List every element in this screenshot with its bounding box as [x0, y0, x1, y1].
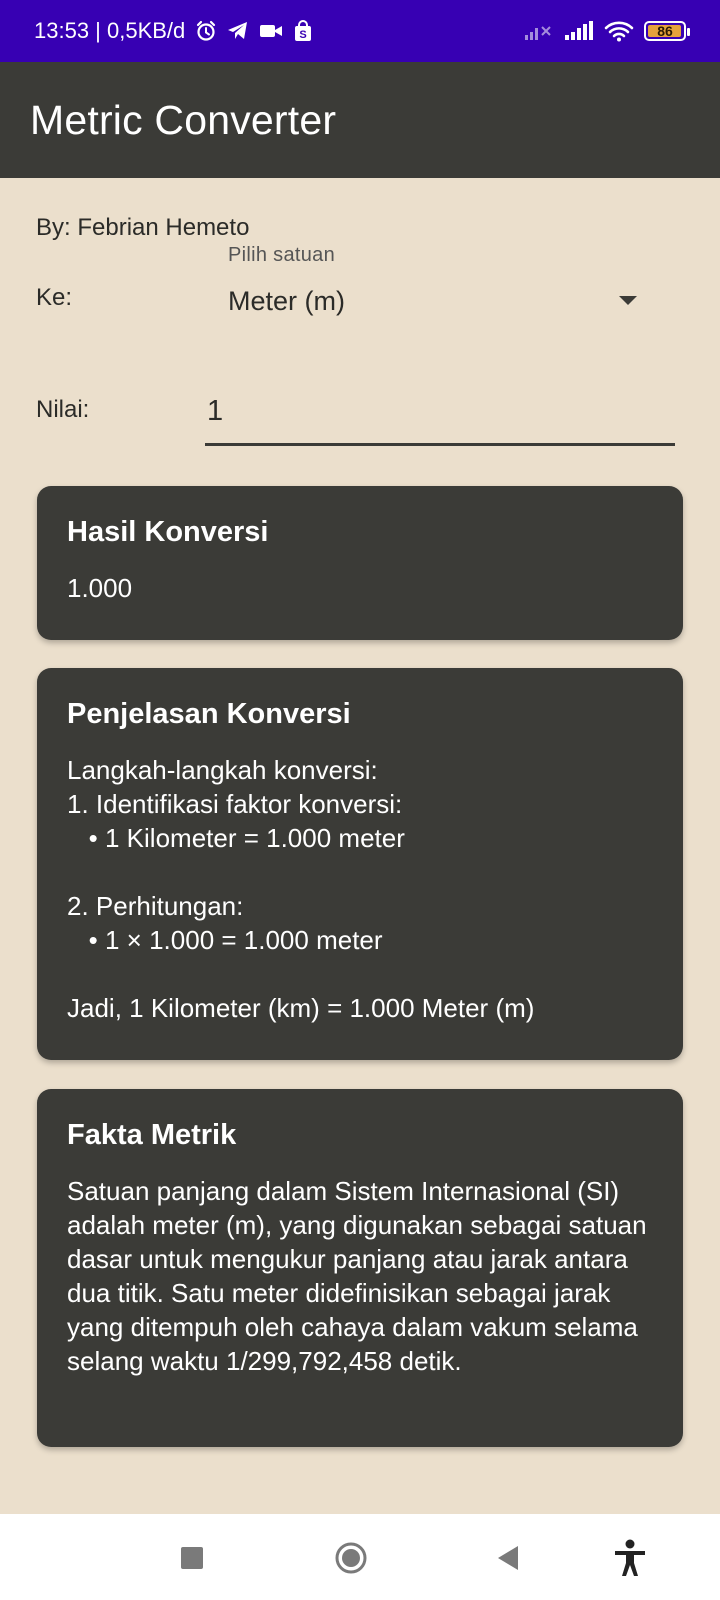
fact-text: Satuan panjang dalam Sistem Internasiona… [67, 1176, 654, 1376]
battery-icon: 86 [644, 21, 690, 41]
fact-card-title: Fakta Metrik [67, 1119, 237, 1151]
app-bar: Metric Converter [0, 62, 720, 178]
recents-icon[interactable] [170, 1536, 214, 1580]
explanation-card-title: Penjelasan Konversi [67, 698, 351, 730]
value-input-wrapper [205, 380, 675, 446]
signal-icon [564, 21, 594, 41]
result-value: 1.000 [67, 573, 133, 603]
home-icon[interactable] [329, 1536, 373, 1580]
app-title: Metric Converter [30, 96, 337, 143]
status-bar: 13:53 | 0,5KB/d S 86 [0, 0, 720, 62]
explanation-card: Penjelasan Konversi Langkah-langkah konv… [37, 668, 683, 1060]
to-unit-label: Ke: [36, 284, 73, 311]
dropdown-arrow-icon[interactable] [619, 296, 637, 305]
navigation-bar [0, 1514, 720, 1600]
result-card: Hasil Konversi 1.000 [37, 486, 683, 640]
wifi-icon [604, 20, 634, 42]
back-icon[interactable] [486, 1536, 530, 1580]
signal-x-icon [524, 21, 554, 41]
alarm-icon [195, 20, 217, 42]
result-card-title: Hasil Konversi [67, 516, 269, 548]
explanation-text: Langkah-langkah konversi: 1. Identifikas… [67, 755, 535, 1023]
shopee-icon: S [293, 20, 313, 42]
telegram-icon [227, 21, 249, 41]
unit-dropdown[interactable]: Pilih satuan Meter (m) [205, 240, 665, 320]
accessibility-icon[interactable] [608, 1536, 652, 1580]
value-input[interactable] [205, 380, 675, 443]
fact-card: Fakta Metrik Satuan panjang dalam Sistem… [37, 1089, 683, 1447]
value-label: Nilai: [36, 396, 90, 423]
svg-text:S: S [300, 29, 307, 41]
author-text: By: Febrian Hemeto [36, 214, 250, 241]
unit-dropdown-hint: Pilih satuan [228, 244, 335, 266]
unit-dropdown-value: Meter (m) [228, 286, 345, 316]
battery-level: 86 [657, 23, 673, 39]
status-time: 13:53 | 0,5KB/d [34, 18, 186, 43]
video-icon [259, 23, 283, 39]
